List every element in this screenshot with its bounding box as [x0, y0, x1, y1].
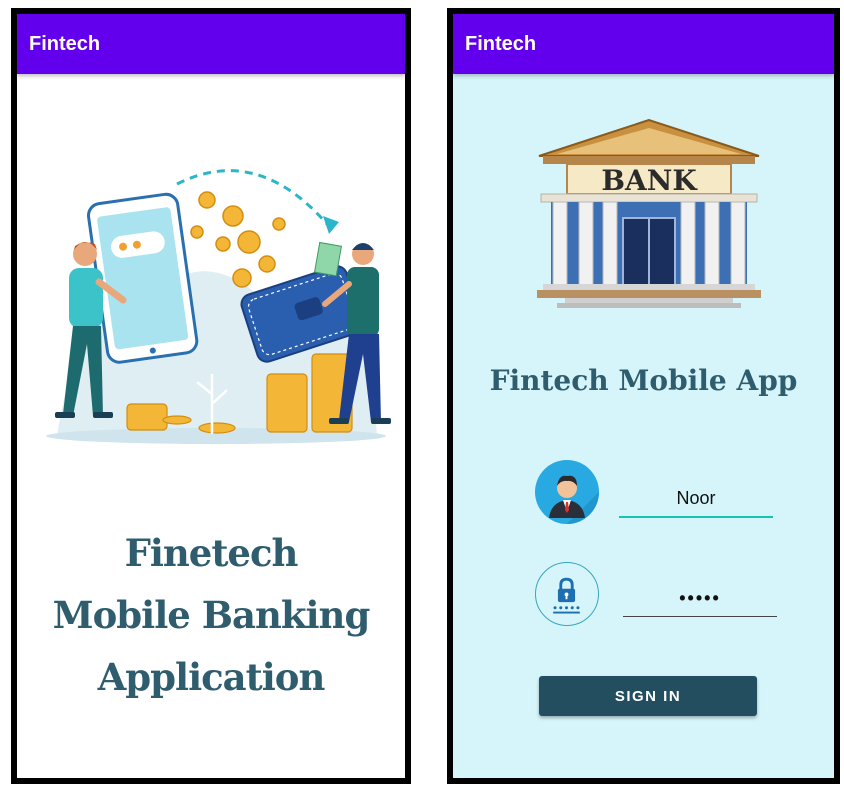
app-bar: Fintech — [17, 14, 405, 74]
username-field[interactable] — [619, 480, 773, 518]
mobile-banking-illustration — [46, 169, 391, 444]
splash-title: Finetech Mobile Banking Application — [17, 522, 405, 708]
app-title: Fintech Mobile App — [489, 364, 798, 397]
splash-title-line-1: Finetech — [124, 531, 299, 575]
bank-sign-text: BANK — [601, 164, 698, 197]
app-bar-title: Fintech — [29, 32, 101, 55]
splash-title-line-2: Mobile Banking — [52, 593, 371, 637]
login-screen: Fintech BANK Fintech Mobile App Noor •••… — [447, 8, 840, 784]
splash-title-line-3: Application — [97, 655, 326, 699]
person-avatar-icon — [535, 460, 599, 524]
password-field[interactable] — [623, 580, 777, 617]
app-bar: Fintech — [453, 14, 834, 74]
sign-in-button[interactable]: SIGN IN — [539, 676, 757, 716]
lock-icon — [535, 562, 599, 626]
splash-screen: Fintech Finetech Mobile Banking Applicat… — [11, 8, 411, 784]
app-bar-title: Fintech — [465, 32, 537, 55]
bank-building-icon: BANK — [537, 118, 761, 308]
